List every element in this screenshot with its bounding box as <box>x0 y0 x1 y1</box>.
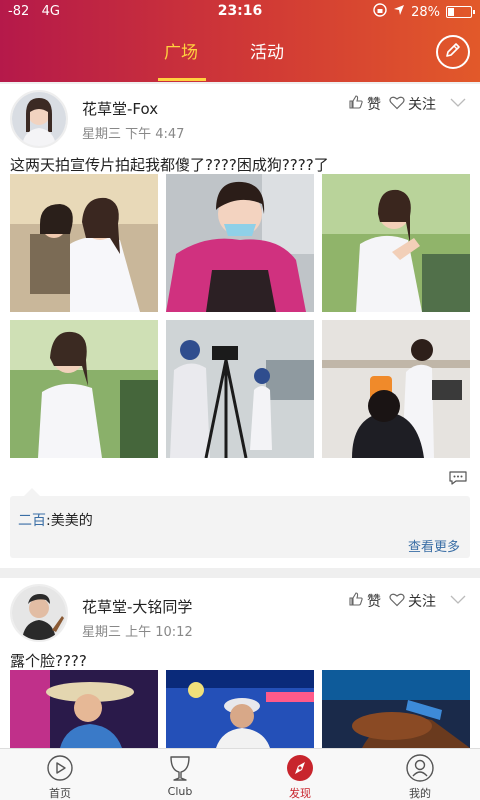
battery-percent: 28% <box>411 4 440 20</box>
like-label: 赞 <box>367 97 381 113</box>
battery-icon <box>446 6 475 18</box>
bottom-nav: 首页 Club 发现 我的 <box>0 748 480 800</box>
tab-square[interactable]: 广场 <box>164 38 198 63</box>
post-caption: 露个脸???? <box>10 652 87 670</box>
like-button[interactable]: 赞 <box>348 94 381 114</box>
post-timestamp: 星期三 下午 4:47 <box>82 127 185 142</box>
comment-box: 二百:美美的 查看更多 <box>10 488 470 558</box>
top-tabs: 广场 活动 <box>0 34 480 82</box>
rotation-lock-icon <box>373 3 387 21</box>
follow-label: 关注 <box>408 594 436 610</box>
user-icon <box>405 753 435 783</box>
status-bar: -82 4G 23:16 28% <box>0 0 480 24</box>
heart-icon <box>389 592 405 611</box>
post-card: 花草堂-Fox 星期三 下午 4:47 赞 关注 这两天拍宣传片拍起我都傻了??… <box>0 84 480 568</box>
post-photo[interactable] <box>10 320 158 458</box>
post-photo[interactable] <box>322 320 470 458</box>
comment-item: 二百:美美的 <box>18 510 93 530</box>
comment-text: :美美的 <box>46 513 93 529</box>
follow-label: 关注 <box>408 97 436 113</box>
post-photo[interactable] <box>322 670 470 748</box>
post-photo[interactable] <box>10 670 158 748</box>
follow-button[interactable]: 关注 <box>389 591 436 611</box>
nav-label: 我的 <box>409 787 431 800</box>
compose-button[interactable] <box>436 35 470 69</box>
nav-label: 发现 <box>289 787 311 800</box>
post-username[interactable]: 花草堂-Fox <box>82 98 158 119</box>
compass-icon <box>285 753 315 783</box>
follow-button[interactable]: 关注 <box>389 94 436 114</box>
nav-discover[interactable]: 发现 <box>260 753 340 800</box>
nav-mine[interactable]: 我的 <box>380 753 460 800</box>
post-photo[interactable] <box>166 320 314 458</box>
like-label: 赞 <box>367 594 381 610</box>
status-right: 28% <box>373 3 475 21</box>
like-button[interactable]: 赞 <box>348 591 381 611</box>
comment-username[interactable]: 二百 <box>18 513 46 529</box>
nav-label: 首页 <box>49 787 71 800</box>
avatar[interactable] <box>10 584 68 642</box>
app-header: -82 4G 23:16 28% 广场 活动 <box>0 0 480 82</box>
chevron-down-icon[interactable] <box>450 593 466 609</box>
comment-button[interactable] <box>448 470 468 486</box>
chevron-down-icon[interactable] <box>450 96 466 112</box>
nav-club[interactable]: Club <box>140 753 220 798</box>
nav-label: Club <box>167 785 193 798</box>
avatar[interactable] <box>10 90 68 148</box>
post-photo[interactable] <box>322 174 470 312</box>
nav-home[interactable]: 首页 <box>20 753 100 800</box>
post-caption: 这两天拍宣传片拍起我都傻了????困成狗????了 <box>10 156 329 174</box>
post-photo[interactable] <box>10 174 158 312</box>
cup-icon <box>165 753 195 783</box>
tab-active-indicator <box>158 78 206 81</box>
heart-icon <box>389 95 405 114</box>
post-username[interactable]: 花草堂-大铭同学 <box>82 596 192 617</box>
view-more-link[interactable]: 查看更多 <box>408 536 460 555</box>
post-photo[interactable] <box>166 670 314 748</box>
post-timestamp: 星期三 上午 10:12 <box>82 625 193 640</box>
thumbs-up-icon <box>348 591 364 611</box>
thumbs-up-icon <box>348 94 364 114</box>
play-circle-icon <box>45 753 75 783</box>
post-card: 花草堂-大铭同学 星期三 上午 10:12 赞 关注 露个脸???? <box>0 578 480 748</box>
pencil-icon <box>444 41 462 63</box>
post-photo[interactable] <box>166 174 314 312</box>
location-icon <box>393 4 405 20</box>
speech-bubble-icon <box>448 471 468 490</box>
tab-activity[interactable]: 活动 <box>250 38 284 63</box>
post-actions: 赞 关注 <box>348 94 466 114</box>
post-actions: 赞 关注 <box>348 591 466 611</box>
